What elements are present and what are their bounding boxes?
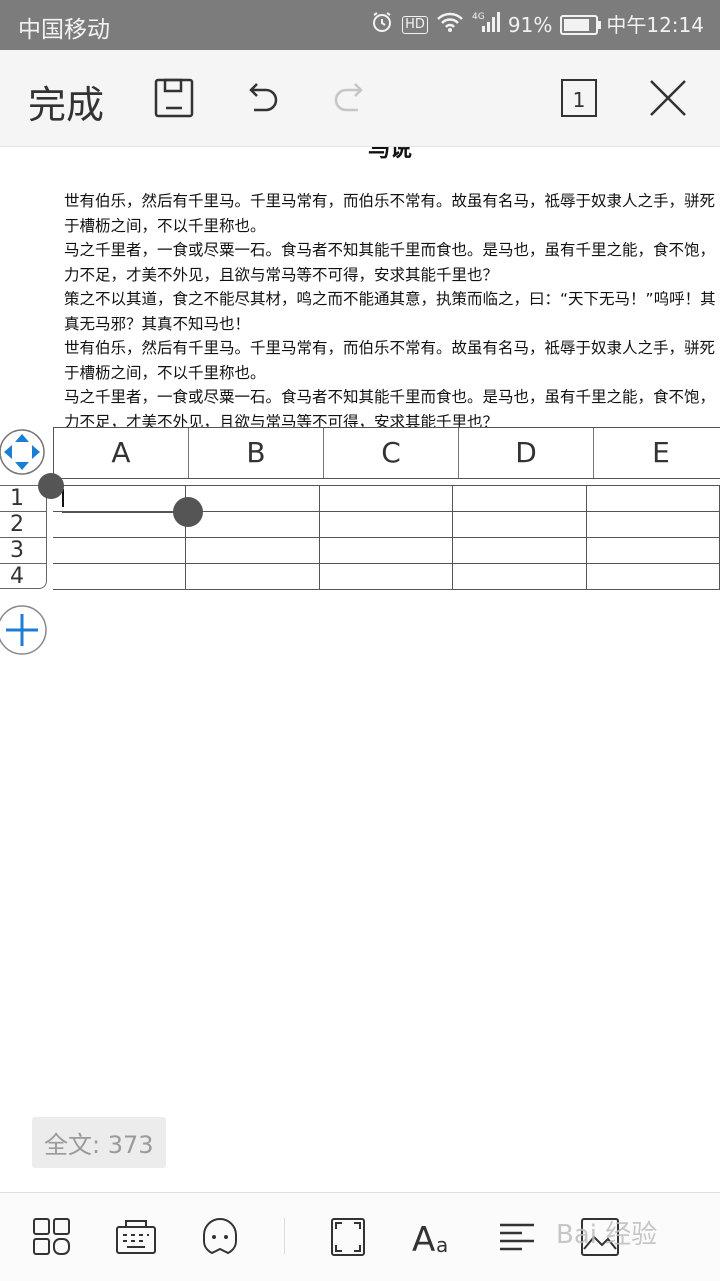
battery-icon (560, 14, 602, 35)
table-cell[interactable] (587, 538, 720, 563)
column-header[interactable]: B (189, 428, 324, 478)
table-grid (53, 485, 720, 590)
table-row (53, 564, 720, 590)
page-count-icon[interactable]: 1 (558, 76, 602, 120)
add-row-icon[interactable] (0, 604, 48, 656)
wifi-icon (436, 11, 464, 38)
carrier-label: 中国移动 (18, 17, 110, 43)
table-cell[interactable] (53, 538, 187, 563)
close-icon[interactable] (646, 76, 690, 120)
table-row (53, 538, 720, 564)
hd-icon: HD (402, 15, 428, 34)
svg-text:a: a (436, 1233, 448, 1257)
table-cell[interactable] (320, 512, 454, 537)
column-header[interactable]: A (54, 428, 189, 478)
table-row (53, 512, 720, 538)
undo-icon[interactable] (240, 76, 284, 120)
status-icons: HD 4G 91% 中午12:14 (370, 10, 704, 39)
row-header[interactable]: 3 (0, 538, 46, 564)
table-cell[interactable] (587, 486, 720, 511)
page-count: 1 (573, 88, 586, 112)
row-header[interactable]: 2 (0, 512, 46, 538)
svg-text:A: A (412, 1220, 435, 1259)
fullscreen-icon[interactable] (326, 1215, 370, 1259)
battery-percent: 91% (507, 12, 553, 37)
paragraph: 马之千里者，一食或尽粟一石。食马者不知其能千里而食也。是马也，虽有千里之能，食不… (64, 388, 716, 427)
table-cell[interactable] (453, 564, 587, 589)
table-cell[interactable] (320, 486, 454, 511)
table-cell[interactable] (453, 486, 587, 511)
document-body[interactable]: 马说 世有伯乐，然后有千里马。千里马常有，而伯乐不常有。故虽有名马，祗辱于奴隶人… (0, 147, 720, 427)
selection-end-handle[interactable] (173, 497, 203, 527)
document-text[interactable]: 世有伯乐，然后有千里马。千里马常有，而伯乐不常有。故虽有名马，祗辱于奴隶人之手，… (64, 189, 720, 427)
keyboard-icon[interactable] (114, 1215, 158, 1259)
paragraph: 策之不以其道，食之不能尽其材，鸣之而不能通其意，执策而临之，曰：“天下无马！”呜… (64, 290, 716, 333)
table-cell[interactable] (587, 564, 720, 589)
redo-icon[interactable] (328, 76, 372, 120)
signal-icon: 4G (472, 10, 500, 39)
editor-toolbar: 完成 1 (0, 50, 720, 147)
table-cell[interactable] (186, 486, 320, 511)
paragraph: 马之千里者，一食或尽粟一石。食马者不知其能千里而食也。是马也，虽有千里之能，食不… (64, 241, 716, 284)
table-column-headers: A B C D E (53, 427, 720, 479)
table-cell[interactable] (320, 538, 454, 563)
table-cell[interactable] (587, 512, 720, 537)
table-cell[interactable] (186, 538, 320, 563)
word-count-badge: 全文: 373 (32, 1117, 166, 1168)
toolbar-divider (284, 1218, 285, 1254)
table-cell[interactable] (53, 486, 187, 511)
alarm-icon (370, 10, 394, 39)
table-row-headers: 1 2 3 4 (0, 485, 47, 589)
column-header[interactable]: E (594, 428, 720, 478)
table-cell[interactable] (53, 564, 187, 589)
document-title: 马说 (367, 147, 412, 162)
column-header[interactable]: D (459, 428, 594, 478)
table-cell[interactable] (186, 564, 320, 589)
battery-fill (564, 18, 590, 31)
paragraph: 世有伯乐，然后有千里马。千里马常有，而伯乐不常有。故虽有名马，祗辱于奴隶人之手，… (64, 339, 716, 382)
table-move-icon[interactable] (0, 426, 46, 478)
font-format-icon[interactable]: Aa (412, 1215, 456, 1260)
table-cell[interactable] (53, 512, 187, 537)
table-cell[interactable] (320, 564, 454, 589)
row-header[interactable]: 4 (0, 564, 46, 589)
grid-apps-icon[interactable] (30, 1215, 74, 1259)
table-cell[interactable] (453, 512, 587, 537)
network-type-label: 4G (472, 12, 485, 22)
paragraph-align-icon[interactable] (496, 1215, 540, 1259)
save-icon[interactable] (152, 76, 196, 120)
status-bar: 中国移动 HD 4G 91% 中午12:14 (0, 0, 720, 50)
voice-input-icon[interactable] (198, 1215, 242, 1259)
table-row (53, 485, 720, 512)
clock: 中午12:14 (606, 12, 704, 37)
selection-start-handle[interactable] (38, 473, 64, 499)
table-cell[interactable] (186, 512, 320, 537)
column-header[interactable]: C (324, 428, 459, 478)
paragraph: 世有伯乐，然后有千里马。千里马常有，而伯乐不常有。故虽有名马，祗辱于奴隶人之手，… (64, 192, 716, 235)
table-cell[interactable] (453, 538, 587, 563)
done-button[interactable]: 完成 (28, 74, 104, 129)
watermark: Bai 经验 (556, 1220, 658, 1250)
